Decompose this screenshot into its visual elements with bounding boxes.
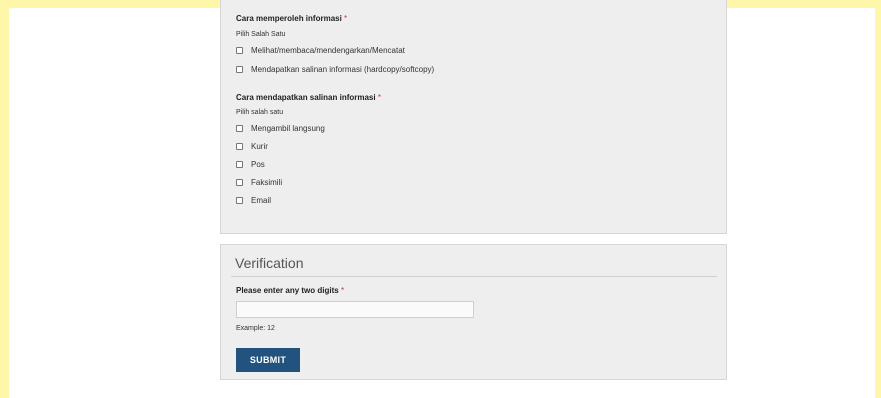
option-label: Pos bbox=[251, 159, 265, 169]
checkbox-salinan[interactable] bbox=[236, 65, 243, 73]
info-method-label: Cara memperoleh informasi * bbox=[236, 14, 347, 23]
info-method-hint: Pilih Salah Satu bbox=[236, 31, 286, 38]
verification-title: Verification bbox=[235, 255, 304, 271]
option-kurir[interactable]: Kurir bbox=[236, 141, 268, 151]
checkbox-kurir[interactable] bbox=[236, 142, 243, 150]
checkbox-pos[interactable] bbox=[236, 160, 243, 168]
copy-method-label: Cara mendapatkan salinan informasi * bbox=[236, 93, 381, 102]
option-label: Faksimili bbox=[251, 177, 283, 187]
verification-panel: Verification Please enter any two digits… bbox=[220, 244, 727, 380]
option-label: Melihat/membaca/mendengarkan/Mencatat bbox=[251, 45, 405, 55]
digits-field-label-text: Please enter any two digits bbox=[236, 286, 339, 295]
example-hint: Example: 12 bbox=[236, 325, 275, 332]
option-mengambil[interactable]: Mengambil langsung bbox=[236, 123, 325, 133]
option-label: Kurir bbox=[251, 141, 268, 151]
checkbox-faksimili[interactable] bbox=[236, 178, 243, 186]
option-label: Email bbox=[251, 195, 272, 205]
option-faksimili[interactable]: Faksimili bbox=[236, 177, 282, 187]
required-mark: * bbox=[340, 286, 345, 295]
section-divider bbox=[231, 276, 717, 277]
copy-method-label-text: Cara mendapatkan salinan informasi bbox=[236, 93, 376, 102]
option-label: Mengambil langsung bbox=[251, 123, 325, 133]
submit-button[interactable]: SUBMIT bbox=[236, 348, 300, 372]
digits-field-label: Please enter any two digits * bbox=[236, 286, 344, 295]
request-options-panel: Cara memperoleh informasi * Pilih Salah … bbox=[220, 0, 727, 234]
required-mark: * bbox=[377, 93, 381, 102]
checkbox-melihat[interactable] bbox=[236, 46, 243, 54]
option-melihat[interactable]: Melihat/membaca/mendengarkan/Mencatat bbox=[236, 45, 405, 55]
required-mark: * bbox=[344, 14, 348, 23]
option-label: Mendapatkan salinan informasi (hardcopy/… bbox=[251, 64, 435, 74]
frame-left-border bbox=[0, 0, 9, 398]
frame-right-border bbox=[875, 0, 881, 398]
info-method-label-text: Cara memperoleh informasi bbox=[236, 14, 342, 23]
option-salinan[interactable]: Mendapatkan salinan informasi (hardcopy/… bbox=[236, 64, 434, 74]
option-email[interactable]: Email bbox=[236, 195, 271, 205]
checkbox-email[interactable] bbox=[236, 196, 243, 204]
digits-input[interactable] bbox=[236, 301, 474, 318]
option-pos[interactable]: Pos bbox=[236, 159, 265, 169]
checkbox-mengambil[interactable] bbox=[236, 124, 243, 132]
copy-method-hint: Pilih salah satu bbox=[236, 109, 284, 116]
